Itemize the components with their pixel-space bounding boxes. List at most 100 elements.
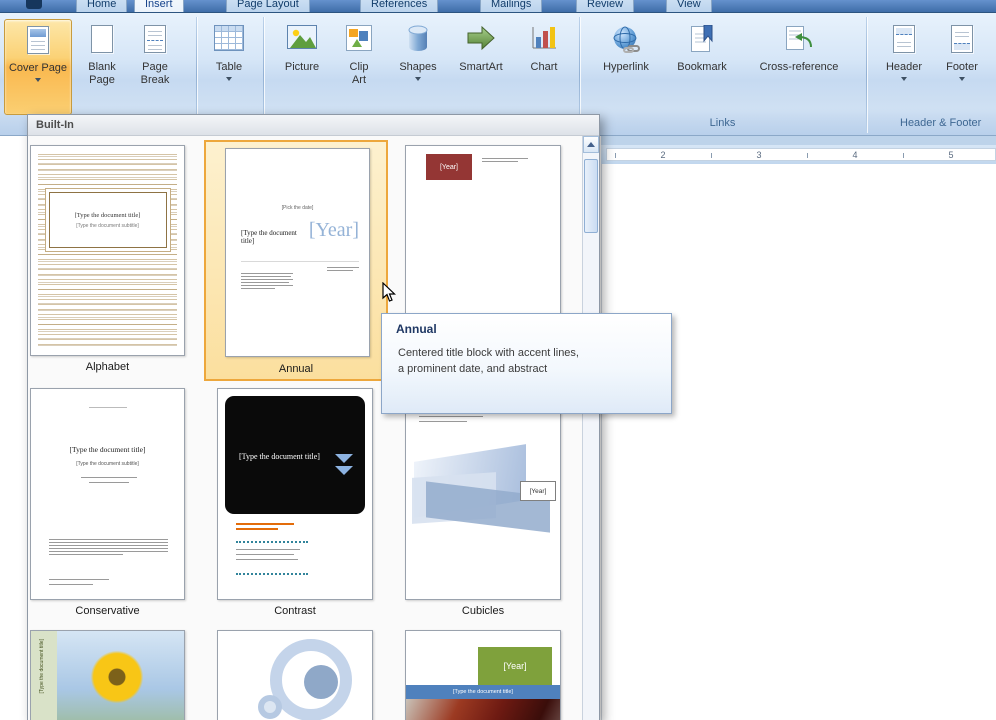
conservative-subtitle: [Type the document subtitle] — [76, 461, 139, 467]
cross-reference-label: Cross-reference — [759, 61, 839, 73]
shapes-button[interactable]: Shapes — [392, 19, 444, 115]
table-button[interactable]: Table — [204, 19, 254, 115]
cross-reference-button[interactable]: Cross-reference — [744, 19, 854, 115]
tab-home[interactable]: Home — [76, 0, 128, 12]
blank-page-icon — [79, 19, 125, 61]
cover-page-label: Cover Page — [8, 62, 68, 74]
table-icon — [204, 19, 254, 61]
page-break-label: Page — [142, 61, 168, 73]
gallery-item-conservative-label[interactable]: Conservative — [30, 605, 185, 617]
document-canvas[interactable] — [601, 164, 996, 720]
scrollbar-thumb[interactable] — [584, 159, 598, 233]
hyperlink-button[interactable]: Hyperlink — [592, 19, 660, 115]
cover-page-gallery: Built-In [Type the document title] [Type… — [27, 114, 600, 720]
text-line-decoration — [419, 421, 467, 422]
group-separator — [866, 17, 867, 133]
gallery-scrollbar[interactable] — [582, 136, 599, 720]
exposure-vertical-title: [Type the document title] — [39, 639, 45, 694]
tab-review[interactable]: Review — [576, 0, 635, 12]
text-line-decoration — [81, 477, 137, 478]
text-line-decoration — [89, 407, 127, 408]
page-break-icon — [129, 19, 181, 61]
chevron-down-icon — [335, 454, 353, 478]
annual-side-text-lines — [327, 267, 359, 273]
ruler-tick — [903, 153, 904, 158]
alphabet-title-box: [Type the document title] [Type the docu… — [48, 192, 167, 248]
tab-references[interactable]: References — [360, 0, 439, 12]
blank-page-button[interactable]: Blank Page — [79, 19, 125, 115]
clip-art-button[interactable]: Clip Art — [336, 19, 382, 115]
alphabet-subtitle: [Type the document subtitle] — [76, 222, 139, 229]
word-window: Home Insert Page Layout References Maili… — [0, 0, 996, 720]
blank-page-label: Blank — [88, 61, 116, 73]
gallery-item-motion[interactable]: [Year] [Type the document title] — [405, 630, 561, 720]
text-line-decoration — [49, 584, 93, 585]
text-line-decoration — [236, 549, 300, 550]
dropdown-arrow-icon — [901, 76, 907, 81]
exposure-sunflower-photo — [57, 631, 184, 720]
motion-title-bar: [Type the document title] — [406, 685, 560, 699]
ruler-tick — [807, 153, 808, 158]
alphabet-text-pattern — [38, 154, 177, 347]
gallery-item-cubicles-label[interactable]: Cubicles — [405, 605, 561, 617]
picture-button[interactable]: Picture — [277, 19, 327, 115]
gallery-item-conservative[interactable]: [Type the document title] [Type the docu… — [30, 388, 185, 600]
gallery-item-mod[interactable] — [217, 630, 373, 720]
cover-page-icon — [5, 20, 71, 62]
annual-title-placeholder: [Type the document title] — [241, 229, 297, 245]
gallery-item-alphabet-label[interactable]: Alphabet — [30, 361, 185, 373]
scrollbar-up-arrow-icon[interactable] — [583, 136, 599, 153]
tab-view[interactable]: View — [666, 0, 712, 12]
tab-mailings[interactable]: Mailings — [480, 0, 543, 12]
tab-insert[interactable]: Insert — [134, 0, 184, 12]
text-line-decoration — [419, 416, 483, 417]
gallery-item-annual[interactable]: [Pick the date] [Type the document title… — [204, 140, 388, 381]
chart-button[interactable]: Chart — [519, 19, 569, 115]
gallery-item-contrast-label[interactable]: Contrast — [217, 605, 373, 617]
gallery-item-cubicles[interactable]: [Type the document title] [Year] — [405, 388, 561, 600]
document-region: 2 3 4 5 — [601, 136, 996, 720]
header-label: Header — [885, 61, 923, 73]
dotted-divider — [236, 573, 308, 575]
cover-page-button[interactable]: Cover Page — [4, 19, 72, 115]
gallery-item-alphabet[interactable]: [Type the document title] [Type the docu… — [30, 145, 185, 356]
group-label-header-footer: Header & Footer — [900, 117, 982, 129]
gallery-item-exposure[interactable]: [Type the document title] — [30, 630, 185, 720]
tab-page-layout[interactable]: Page Layout — [226, 0, 310, 12]
ruler-tick — [711, 153, 712, 158]
text-line-decoration — [236, 528, 278, 530]
text-line-decoration — [49, 579, 109, 580]
clip-art-icon — [336, 19, 382, 61]
hyperlink-globe-icon — [592, 19, 660, 61]
picture-icon — [277, 19, 327, 61]
smartart-button[interactable]: SmartArt — [449, 19, 513, 115]
clip-art-label-2: Art — [351, 74, 367, 86]
text-line-decoration — [236, 559, 298, 560]
annual-accent-line — [241, 261, 359, 262]
gallery-item-contrast[interactable]: [Type the document title] — [217, 388, 373, 600]
conservative-title: [Type the document title] — [69, 445, 146, 454]
ruler-tick — [615, 153, 616, 158]
header-icon — [877, 19, 931, 61]
footer-icon — [935, 19, 989, 61]
bookmark-button[interactable]: Bookmark — [667, 19, 737, 115]
chart-icon — [519, 19, 569, 61]
footer-button[interactable]: Footer — [935, 19, 989, 115]
page-break-button[interactable]: Page Break — [129, 19, 181, 115]
ruler-number: 3 — [756, 150, 762, 160]
ribbon-tab-strip: Home Insert Page Layout References Maili… — [0, 0, 996, 13]
annual-year-placeholder: [Year] — [308, 219, 359, 241]
text-line-decoration — [236, 554, 294, 555]
ruler-band: 2 3 4 5 — [606, 148, 996, 161]
gallery-item-tooltip: Annual Centered title block with accent … — [381, 313, 672, 414]
picture-label: Picture — [284, 61, 320, 73]
table-label: Table — [215, 61, 243, 73]
header-button[interactable]: Header — [877, 19, 931, 115]
hyperlink-label: Hyperlink — [603, 61, 649, 73]
annual-abstract-lines — [241, 273, 293, 291]
smartart-label: SmartArt — [459, 61, 503, 73]
alphabet-title: [Type the document title] — [74, 211, 141, 219]
contrast-title: [Type the document title] — [239, 452, 320, 461]
motion-year-box: [Year] — [478, 647, 552, 685]
office-button[interactable] — [26, 0, 42, 9]
